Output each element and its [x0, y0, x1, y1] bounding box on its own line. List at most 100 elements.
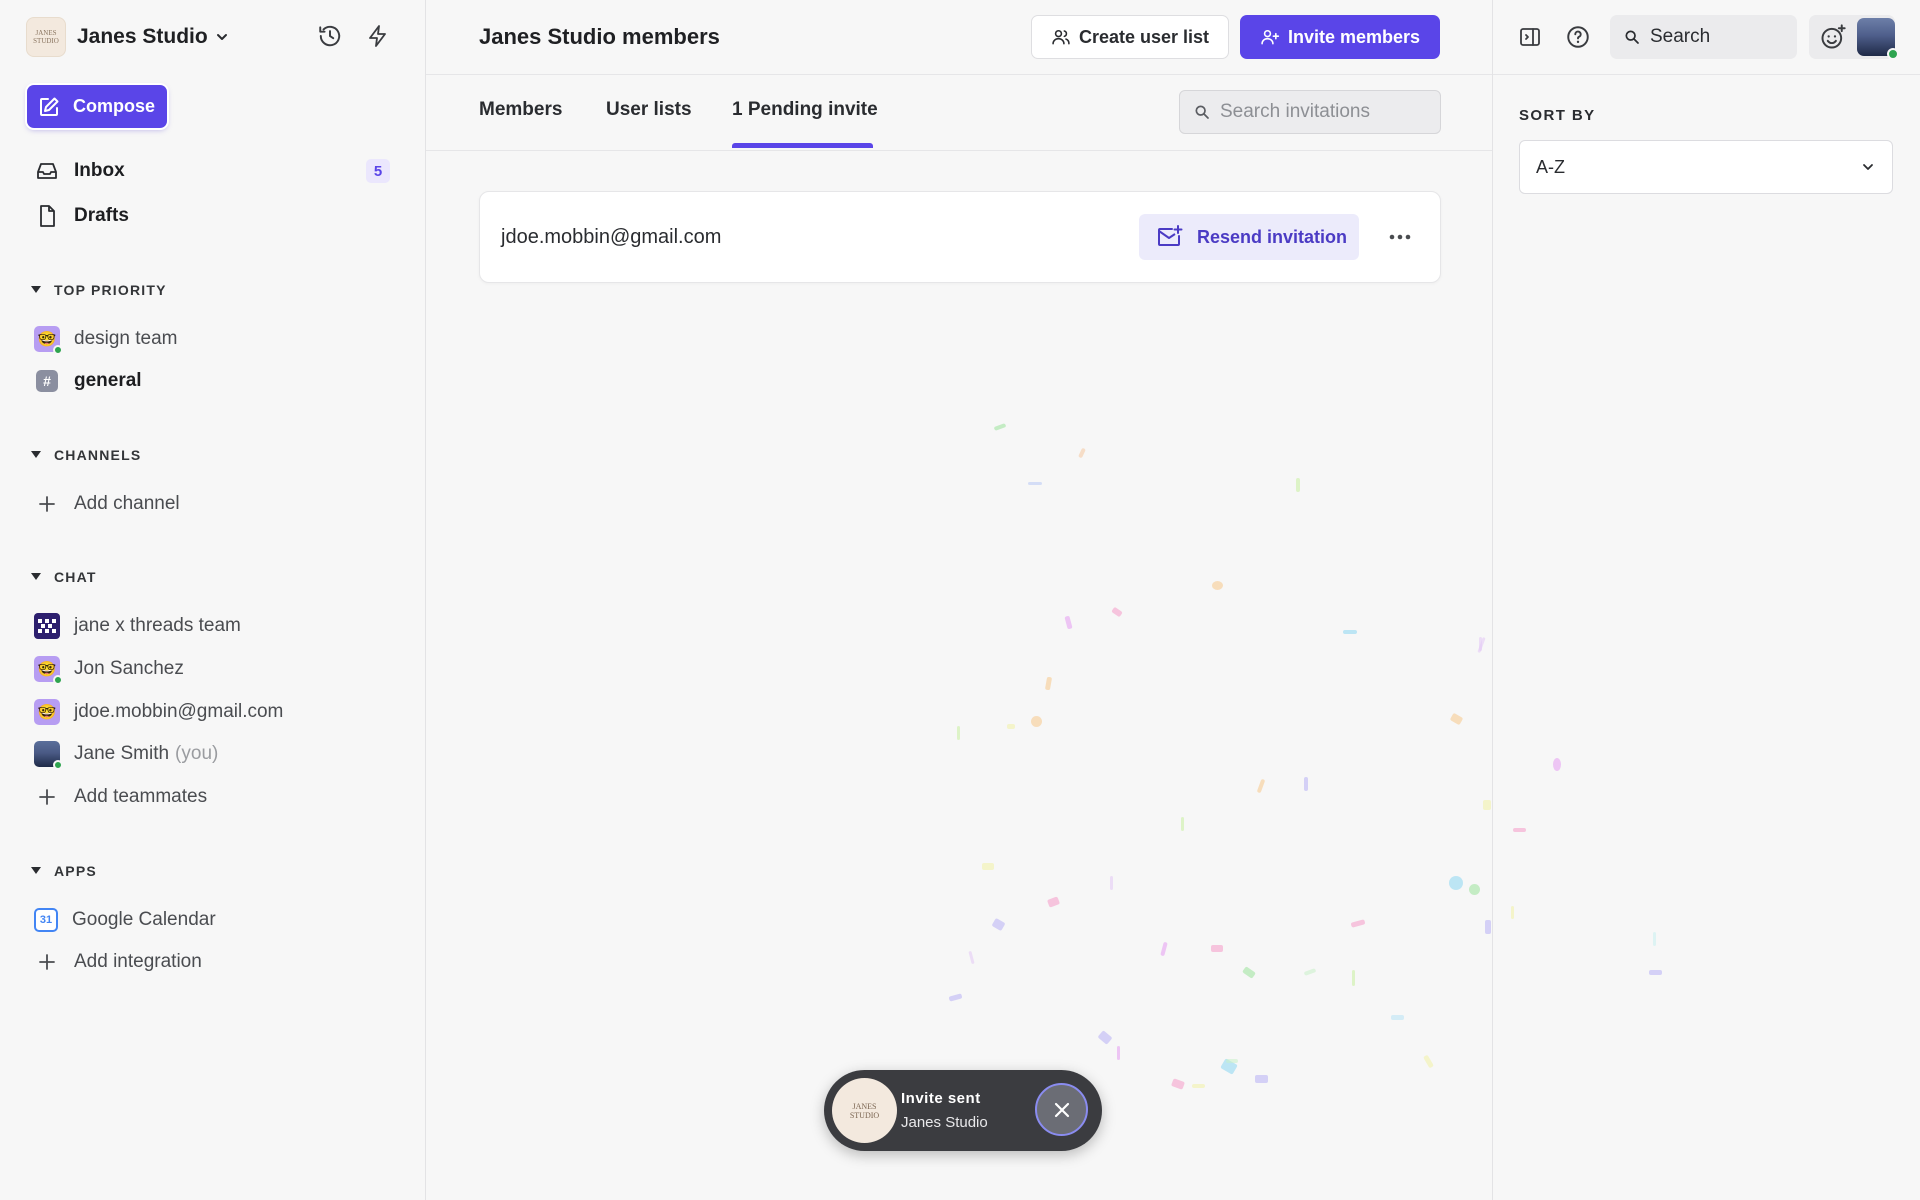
sidebar-item-label: Jane Smith	[74, 743, 170, 764]
sort-by-label: SORT BY	[1519, 107, 1596, 124]
search-invitations-box[interactable]	[1179, 90, 1441, 134]
workspace-name: Janes Studio	[77, 25, 208, 48]
section-label: CHANNELS	[54, 447, 142, 463]
triangle-down-icon	[30, 866, 42, 876]
help-icon[interactable]	[1563, 22, 1593, 52]
global-search-button[interactable]: Search	[1610, 15, 1797, 59]
sidebar-item-chat[interactable]: 🤓 jdoe.mobbin@gmail.com	[34, 697, 283, 727]
invite-sent-toast: JANES STUDIO Invite sent Janes Studio	[824, 1070, 1102, 1151]
status-and-profile	[1809, 15, 1899, 60]
chevron-down-icon	[214, 29, 230, 45]
avatar	[34, 613, 60, 639]
close-icon[interactable]	[1035, 1083, 1088, 1136]
sidebar-item-drafts[interactable]: Drafts	[34, 201, 129, 231]
sidebar-item-general[interactable]: # general	[34, 366, 142, 396]
page-title: Janes Studio members	[479, 24, 720, 49]
history-icon[interactable]	[316, 22, 344, 50]
compose-icon	[37, 95, 73, 119]
sidebar-item-chat[interactable]: jane x threads team	[34, 611, 241, 641]
sidebar-item-label: jdoe.mobbin@gmail.com	[74, 701, 284, 722]
plus-icon	[34, 949, 60, 975]
active-tab-indicator	[732, 143, 873, 148]
chevron-down-icon	[1860, 159, 1876, 175]
document-icon	[34, 204, 60, 228]
avatar: 🤓	[34, 656, 63, 685]
compose-label: Compose	[73, 96, 156, 116]
add-channel-label: Add channel	[74, 493, 180, 514]
invite-members-label: Invite members	[1287, 26, 1421, 47]
users-icon	[1051, 27, 1079, 47]
section-label: APPS	[54, 863, 97, 879]
toast-workspace-logo: JANES STUDIO	[832, 1078, 897, 1143]
lightning-icon[interactable]	[364, 22, 392, 50]
inbox-count-badge: 5	[366, 159, 390, 183]
tab-members[interactable]: Members	[479, 99, 562, 121]
create-user-list-label: Create user list	[1078, 26, 1210, 47]
sidebar-item-google-calendar[interactable]: 31 Google Calendar	[34, 905, 216, 935]
section-top-priority[interactable]: TOP PRIORITY	[30, 282, 167, 298]
sidebar-item-label: Inbox	[74, 160, 125, 181]
plus-icon	[34, 784, 60, 810]
tab-user-lists[interactable]: User lists	[606, 99, 692, 121]
sidebar-item-chat[interactable]: 🤓 Jon Sanchez	[34, 654, 184, 685]
add-integration-label: Add integration	[74, 951, 202, 972]
invite-members-button[interactable]: Invite members	[1240, 15, 1440, 59]
section-channels[interactable]: CHANNELS	[30, 447, 141, 463]
add-integration-button[interactable]: Add integration	[34, 947, 202, 977]
sidebar-item-label: general	[74, 370, 142, 391]
sidebar-item-label: design team	[74, 328, 178, 349]
sort-select[interactable]: A-Z	[1519, 140, 1893, 194]
member-tabs: Members User lists 1 Pending invite	[426, 75, 1492, 151]
sidebar-item-label: Jon Sanchez	[74, 658, 184, 679]
triangle-down-icon	[30, 572, 42, 582]
emoji-add-icon[interactable]	[1819, 23, 1847, 56]
you-suffix: (you)	[175, 743, 219, 764]
user-plus-icon	[1260, 27, 1288, 47]
resend-invitation-button[interactable]: Resend invitation	[1139, 214, 1359, 260]
plus-icon	[34, 491, 60, 517]
toast-subtitle: Janes Studio	[901, 1114, 988, 1131]
avatar	[34, 741, 63, 770]
sidebar-item-label: jane x threads team	[74, 615, 241, 636]
triangle-down-icon	[30, 450, 42, 460]
sidebar: JANES STUDIO Janes Studio Compose Inbox 5	[0, 0, 426, 1200]
compose-button[interactable]: Compose	[27, 85, 167, 128]
workspace-switcher[interactable]: JANES STUDIO Janes Studio	[26, 17, 230, 57]
right-header: Search	[1493, 0, 1920, 75]
sidebar-item-label: Drafts	[74, 205, 129, 226]
sidebar-item-chat[interactable]: Jane Smith (you)	[34, 739, 219, 770]
tab-pending-invites[interactable]: 1 Pending invite	[732, 99, 878, 121]
search-icon	[1194, 104, 1210, 120]
resend-invitation-label: Resend invitation	[1197, 226, 1348, 247]
global-search-label: Search	[1650, 26, 1711, 47]
avatar: 🤓	[34, 699, 60, 725]
search-icon	[1624, 29, 1640, 45]
sidebar-item-inbox[interactable]: Inbox	[34, 156, 125, 186]
right-panel: Search SORT BY A-Z	[1479, 0, 1920, 1200]
avatar: 🤓	[34, 326, 63, 355]
members-main: Janes Studio members Create user list In…	[426, 0, 1493, 1200]
create-user-list-button[interactable]: Create user list	[1031, 15, 1229, 59]
section-label: TOP PRIORITY	[54, 282, 167, 298]
toast-title: Invite sent	[901, 1090, 981, 1107]
section-chat[interactable]: CHAT	[30, 569, 97, 585]
add-teammates-button[interactable]: Add teammates	[34, 782, 207, 812]
main-header: Janes Studio members Create user list In…	[426, 0, 1492, 75]
more-horizontal-icon[interactable]	[1385, 222, 1415, 252]
profile-avatar[interactable]	[1857, 18, 1899, 60]
app-root: JANES STUDIO Janes Studio Compose Inbox 5	[0, 0, 1920, 1200]
invitation-row: jdoe.mobbin@gmail.com Resend invitation	[479, 191, 1441, 283]
triangle-down-icon	[30, 285, 42, 295]
section-label: CHAT	[54, 569, 97, 585]
google-calendar-icon: 31	[34, 908, 58, 932]
section-apps[interactable]: APPS	[30, 863, 97, 879]
hash-icon: #	[36, 370, 58, 392]
sort-value: A-Z	[1536, 156, 1565, 177]
sidebar-item-label: Google Calendar	[72, 909, 216, 930]
invitation-email: jdoe.mobbin@gmail.com	[501, 226, 722, 248]
sidebar-item-design-team[interactable]: 🤓 design team	[34, 324, 178, 355]
search-invitations-input[interactable]	[1220, 101, 1420, 123]
toast-text: Invite sent Janes Studio	[901, 1090, 988, 1131]
sidebar-toggle-icon[interactable]	[1515, 22, 1545, 52]
add-channel-button[interactable]: Add channel	[34, 489, 180, 519]
